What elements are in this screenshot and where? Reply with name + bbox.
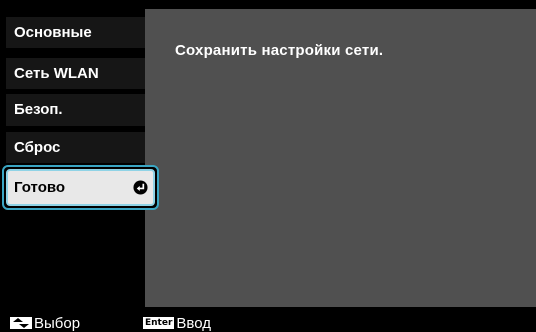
tab-security[interactable]: Безоп. [6,94,145,126]
tab-reset[interactable]: Сброс [6,132,145,163]
projector-network-menu: Сохранить настройки сети. Основные Сеть … [0,0,536,331]
tab-complete-highlight: Готово [6,169,155,206]
select-hint-label: Выбор [34,315,81,332]
enter-icon [133,180,148,195]
save-settings-message: Сохранить настройки сети. [175,42,384,59]
content-panel: Сохранить настройки сети. [145,9,536,307]
tab-complete-label: Готово [14,179,66,196]
tab-wireless-lan[interactable]: Сеть WLAN [6,58,145,89]
footer-hints: Выбор Enter Ввод [0,312,536,331]
enter-hint: Enter Ввод [143,316,211,331]
select-hint: Выбор [10,316,80,331]
enter-key-icon: Enter [143,317,175,329]
enter-hint-label: Ввод [176,315,211,332]
tab-complete[interactable]: Готово [2,165,159,210]
tab-basic[interactable]: Основные [6,17,145,48]
up-down-arrows-icon [10,317,32,329]
